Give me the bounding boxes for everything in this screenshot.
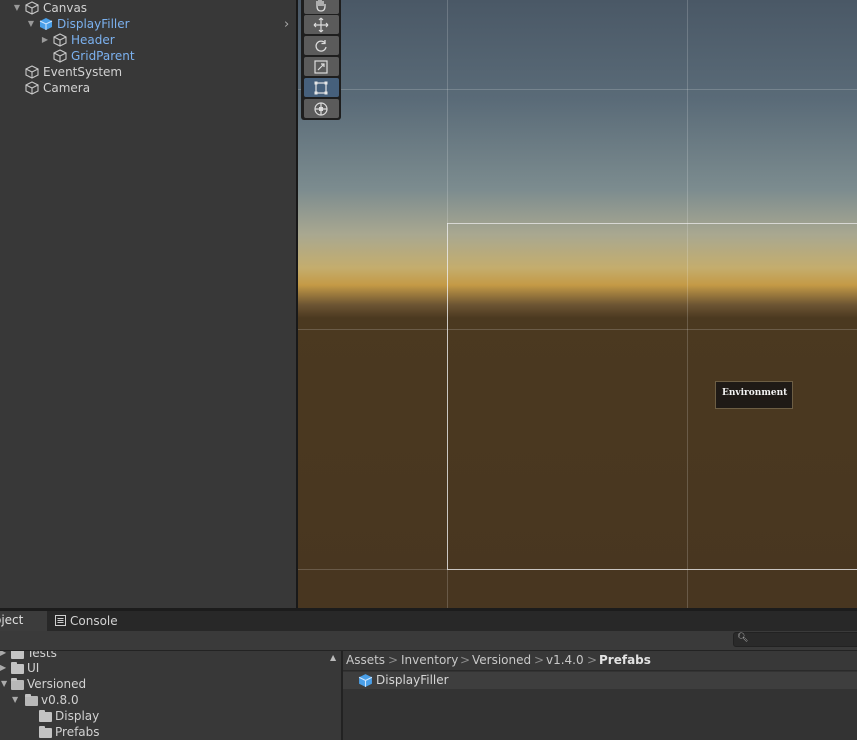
- prefab-cube-icon: [39, 18, 53, 30]
- open-folder-icon: [11, 678, 24, 690]
- breadcrumb-item-current[interactable]: Prefabs: [599, 653, 651, 667]
- folder-icon: [11, 662, 24, 674]
- expand-arrow-icon[interactable]: ▶: [0, 660, 6, 676]
- scale-icon: [314, 60, 328, 74]
- hierarchy-item-eventsystem[interactable]: EventSystem: [0, 64, 296, 80]
- breadcrumb: Assets > Inventory > Versioned > v1.4.0 …: [343, 651, 857, 671]
- tree-item-label: UI: [27, 661, 40, 675]
- environment-world-label[interactable]: Environment: [715, 381, 793, 409]
- scroll-up-arrow-icon[interactable]: ▲: [330, 653, 336, 662]
- gameobject-cube-icon: [53, 49, 67, 63]
- hierarchy-item-label: Header: [71, 33, 115, 47]
- rotate-icon: [315, 40, 327, 52]
- tab-project[interactable]: oject: [0, 611, 47, 631]
- hierarchy-item-label: Camera: [43, 81, 91, 95]
- folder-icon: [39, 726, 52, 738]
- tree-item-v080[interactable]: ▼ v0.8.0: [0, 692, 330, 708]
- tab-console[interactable]: Console: [47, 611, 122, 631]
- grid-line: [298, 329, 857, 330]
- chevron-right-icon[interactable]: ›: [284, 17, 289, 32]
- canvas-rect-bottom-edge: [447, 569, 857, 570]
- expand-arrow-icon[interactable]: ▼: [1, 676, 7, 692]
- breadcrumb-item[interactable]: v1.4.0: [546, 653, 584, 667]
- breadcrumb-separator: >: [460, 653, 471, 667]
- prefab-cube-icon: [358, 674, 373, 687]
- file-item-displayfiller[interactable]: DisplayFiller: [343, 672, 857, 689]
- rotate-tool-button[interactable]: [304, 36, 339, 55]
- grid-line: [298, 89, 857, 90]
- rect-tool-button[interactable]: [304, 78, 339, 97]
- move-arrows-icon: [313, 17, 329, 33]
- breadcrumb-separator: >: [534, 653, 545, 667]
- gameobject-cube-icon: [25, 81, 39, 95]
- hierarchy-item-label: EventSystem: [43, 65, 123, 79]
- hierarchy-item-header[interactable]: ▶ Header: [0, 32, 296, 48]
- hierarchy-item-displayfiller[interactable]: ▼ DisplayFiller: [0, 16, 296, 32]
- hierarchy-item-label: DisplayFiller: [57, 17, 130, 31]
- open-folder-icon: [25, 694, 38, 706]
- tree-item-label: Display: [55, 709, 100, 723]
- grid-line: [687, 0, 688, 608]
- folder-icon: [11, 651, 24, 659]
- tree-item-prefabs[interactable]: Prefabs: [0, 724, 330, 740]
- expand-arrow-icon[interactable]: ▼: [26, 16, 36, 32]
- tab-label: Console: [70, 614, 118, 628]
- canvas-rect-top-edge: [447, 223, 857, 224]
- environment-label-text: Environment: [722, 388, 788, 398]
- rect-transform-icon: [314, 81, 328, 95]
- tree-item-label: Prefabs: [55, 725, 100, 739]
- expand-arrow-icon[interactable]: ▼: [12, 692, 18, 708]
- bottom-tab-bar: [0, 611, 857, 631]
- expand-arrow-icon[interactable]: ▼: [12, 0, 22, 16]
- gameobject-cube-icon: [25, 1, 39, 15]
- folder-icon: [39, 710, 52, 722]
- transform-tool-button[interactable]: [304, 99, 339, 118]
- move-tool-button[interactable]: [304, 15, 339, 34]
- search-icon: 🔍︎: [737, 633, 749, 643]
- breadcrumb-separator: >: [388, 653, 399, 667]
- tab-label: oject: [0, 613, 24, 627]
- transform-combo-icon: [314, 102, 328, 116]
- file-item-label: DisplayFiller: [376, 673, 449, 687]
- hierarchy-item-canvas[interactable]: ▼ Canvas: [0, 0, 296, 16]
- hierarchy-item-label: Canvas: [43, 1, 88, 15]
- project-folder-tree: ▶ Tests ▶ UI ▼ Versioned ▼ v0.8.0 Displa…: [0, 651, 341, 740]
- scale-tool-button[interactable]: [304, 57, 339, 76]
- breadcrumb-separator: >: [587, 653, 598, 667]
- breadcrumb-item[interactable]: Inventory: [401, 653, 458, 667]
- hierarchy-item-gridparent[interactable]: GridParent: [0, 48, 296, 64]
- project-search-input[interactable]: 🔍︎: [733, 632, 857, 647]
- hierarchy-item-label: GridParent: [71, 49, 135, 63]
- tree-item-display[interactable]: Display: [0, 708, 330, 724]
- tree-item-label: Versioned: [27, 677, 87, 691]
- hand-icon: [316, 0, 326, 12]
- hand-tool-button[interactable]: [304, 0, 339, 14]
- gameobject-cube-icon: [25, 65, 39, 79]
- breadcrumb-item[interactable]: Assets: [346, 653, 385, 667]
- hierarchy-panel: ▼ Canvas ▼ DisplayFiller › ▶ Header Grid…: [0, 0, 296, 608]
- gameobject-cube-icon: [53, 33, 67, 47]
- tree-item-ui[interactable]: ▶ UI: [0, 660, 330, 676]
- hierarchy-item-camera[interactable]: Camera: [0, 80, 296, 96]
- canvas-rect-left-edge: [447, 223, 448, 569]
- tree-item-versioned[interactable]: ▼ Versioned: [0, 676, 330, 692]
- breadcrumb-item[interactable]: Versioned: [472, 653, 531, 667]
- console-list-icon: [55, 615, 66, 626]
- tree-item-label: v0.8.0: [41, 693, 79, 707]
- scene-view[interactable]: [298, 0, 857, 608]
- expand-arrow-icon[interactable]: ▶: [40, 32, 50, 48]
- project-toolbar: [0, 631, 857, 651]
